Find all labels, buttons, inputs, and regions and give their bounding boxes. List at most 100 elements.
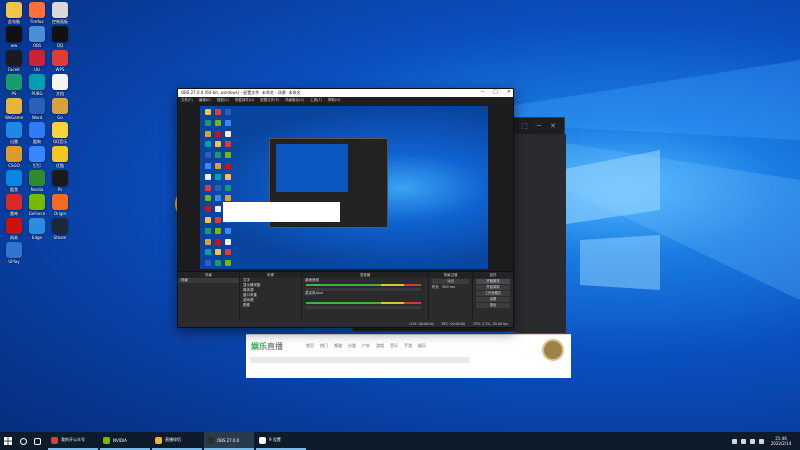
tray-icon[interactable] [732, 438, 737, 444]
start-button[interactable] [0, 432, 16, 450]
tab[interactable]: 游戏 [376, 343, 384, 349]
tab[interactable]: 频道 [334, 343, 342, 349]
transition-select[interactable]: 淡出 [432, 279, 469, 284]
menu-item[interactable]: 配置文件(P) [260, 98, 279, 103]
app-icon [52, 170, 68, 186]
app-icon [52, 74, 68, 90]
mini-icon [205, 206, 211, 213]
menu-item[interactable]: 停靠部件(D) [235, 98, 254, 103]
obs-window[interactable]: OBS 27.0.0 (64-bit, windows) - 配置文件: 未命名… [177, 88, 514, 328]
mini-icon [205, 195, 211, 202]
desktop-icon[interactable]: 雷神 [2, 194, 26, 216]
obs-statusbar: LIVE: 00:00:00 REC: 00:00:00 CPU: 2.3%, 30… [178, 320, 513, 327]
desktop-icon-label: Edge [31, 235, 43, 240]
desktop-icon[interactable]: UU [25, 50, 49, 72]
desktop-icon[interactable]: 酷狗 [25, 122, 49, 144]
control-button[interactable]: 开始推流 [476, 279, 510, 284]
taskbar-app-label: 9 设置 [269, 437, 281, 442]
desktop-icon[interactable]: OBS [25, 26, 49, 48]
menu-item[interactable]: 编辑(E) [199, 98, 211, 103]
duration-input[interactable]: 300 ms [442, 285, 455, 290]
taskbar-app[interactable]: 9 设置 [256, 432, 306, 450]
scene-item[interactable]: 场景 [178, 278, 239, 283]
live-app-search-bar[interactable] [250, 357, 470, 363]
desktop-icon-label: 文档 [56, 91, 64, 96]
live-app-window[interactable]: 娱乐直播 首页 热门 频道 分类 户外 游戏 音乐 手游 娱乐 [246, 334, 571, 378]
taskbar-app[interactable]: 直播伴侣 [152, 432, 202, 450]
desktop-icon[interactable]: Go [48, 98, 72, 120]
control-buttons: 开始推流 开始录制 工作室模式 设置 退出 [473, 279, 513, 308]
desktop-icon[interactable]: PS [2, 74, 26, 96]
desktop-icon[interactable]: ww [2, 26, 26, 48]
menu-item[interactable]: 文件(F) [181, 98, 193, 103]
control-button[interactable]: 开始录制 [476, 285, 510, 290]
desktop-icon[interactable]: Nvidia [25, 170, 49, 192]
source-item[interactable]: 图像 [240, 303, 301, 308]
desktop-icon[interactable]: 钉钉 [25, 146, 49, 168]
taskbar-app[interactable]: 我的开公众号 [48, 432, 98, 450]
desktop-icon[interactable]: 控制面板 [48, 2, 72, 24]
volume-slider[interactable] [306, 288, 421, 291]
search-icon[interactable] [16, 432, 30, 450]
tab[interactable]: 热门 [320, 343, 328, 349]
tab[interactable]: 手游 [404, 343, 412, 349]
desktop-icon[interactable]: WPS [48, 50, 72, 72]
network-icon[interactable] [741, 438, 746, 444]
desktop-icon[interactable]: Ps [48, 170, 72, 192]
desktop-icon-label: GeForce [28, 211, 46, 216]
desktop-icon[interactable]: 优酷 [48, 146, 72, 168]
desktop-icon[interactable]: 迅雷 [2, 122, 26, 144]
app-icon [29, 26, 45, 42]
desktop-icon[interactable]: Origin [48, 194, 72, 216]
desktop-icon[interactable]: 酷我 [2, 170, 26, 192]
menu-item[interactable]: 场景集合(S) [285, 98, 304, 103]
obs-preview[interactable] [178, 103, 513, 271]
window-control-icon[interactable]: ─ [537, 122, 541, 130]
avatar[interactable] [542, 339, 564, 361]
desktop-icon[interactable]: Faceit [2, 50, 26, 72]
desktop-icon[interactable]: CSGO [2, 146, 26, 168]
taskbar-apps: 我的开公众号 NVIDIA 直播伴侣 OBS 27.0.0 9 设置 [48, 432, 306, 450]
task-view-icon[interactable] [30, 432, 44, 450]
mini-icon [205, 249, 211, 256]
desktop-icon[interactable]: 文档 [48, 74, 72, 96]
desktop-icon[interactable]: Steam [48, 218, 72, 240]
minimize-icon[interactable]: ─ [481, 89, 484, 95]
window-control-icon[interactable]: ⬚ [521, 122, 528, 130]
taskbar-app[interactable]: OBS 27.0.0 [204, 432, 254, 450]
tab[interactable]: 分类 [348, 343, 356, 349]
desktop-icon[interactable]: GeForce [25, 194, 49, 216]
desktop-icon-label: ww [10, 43, 18, 48]
desktop-icon[interactable]: Word [25, 98, 49, 120]
app-icon [29, 2, 45, 18]
window-control-icon[interactable]: ✕ [550, 122, 556, 130]
input-method-icon[interactable] [759, 438, 764, 444]
close-icon[interactable]: ✕ [507, 89, 511, 95]
desktop-icon[interactable]: QQ [48, 26, 72, 48]
menu-item[interactable]: 帮助(H) [328, 98, 340, 103]
tab[interactable]: 音乐 [390, 343, 398, 349]
taskbar-clock[interactable]: 21:46 2022/2/14 [768, 436, 794, 446]
control-button[interactable]: 退出 [476, 303, 510, 308]
desktop-icon[interactable]: Edge [25, 218, 49, 240]
desktop-icon[interactable]: 网易 [2, 218, 26, 240]
app-icon [6, 146, 22, 162]
control-button[interactable]: 设置 [476, 297, 510, 302]
desktop-icon[interactable]: QQ音乐 [48, 122, 72, 144]
tab[interactable]: 首页 [306, 343, 314, 349]
control-button[interactable]: 工作室模式 [476, 291, 510, 296]
taskbar-app[interactable]: NVIDIA [100, 432, 150, 450]
tab[interactable]: 娱乐 [418, 343, 426, 349]
desktop-icon[interactable]: WeGame [2, 98, 26, 120]
volume-icon[interactable] [750, 438, 755, 444]
desktop-icon[interactable]: PUBG [25, 74, 49, 96]
desktop-icon[interactable]: Firefox [25, 2, 49, 24]
volume-slider[interactable] [306, 306, 421, 309]
desktop-icon[interactable]: 此电脑 [2, 2, 26, 24]
menu-item[interactable]: 视图(V) [217, 98, 229, 103]
live-app-tabs: 首页 热门 频道 分类 户外 游戏 音乐 手游 娱乐 [306, 343, 426, 349]
maximize-icon[interactable]: □ [493, 89, 498, 95]
tab[interactable]: 户外 [362, 343, 370, 349]
desktop-icon[interactable]: UPlay [2, 242, 26, 264]
menu-item[interactable]: 工具(T) [310, 98, 322, 103]
